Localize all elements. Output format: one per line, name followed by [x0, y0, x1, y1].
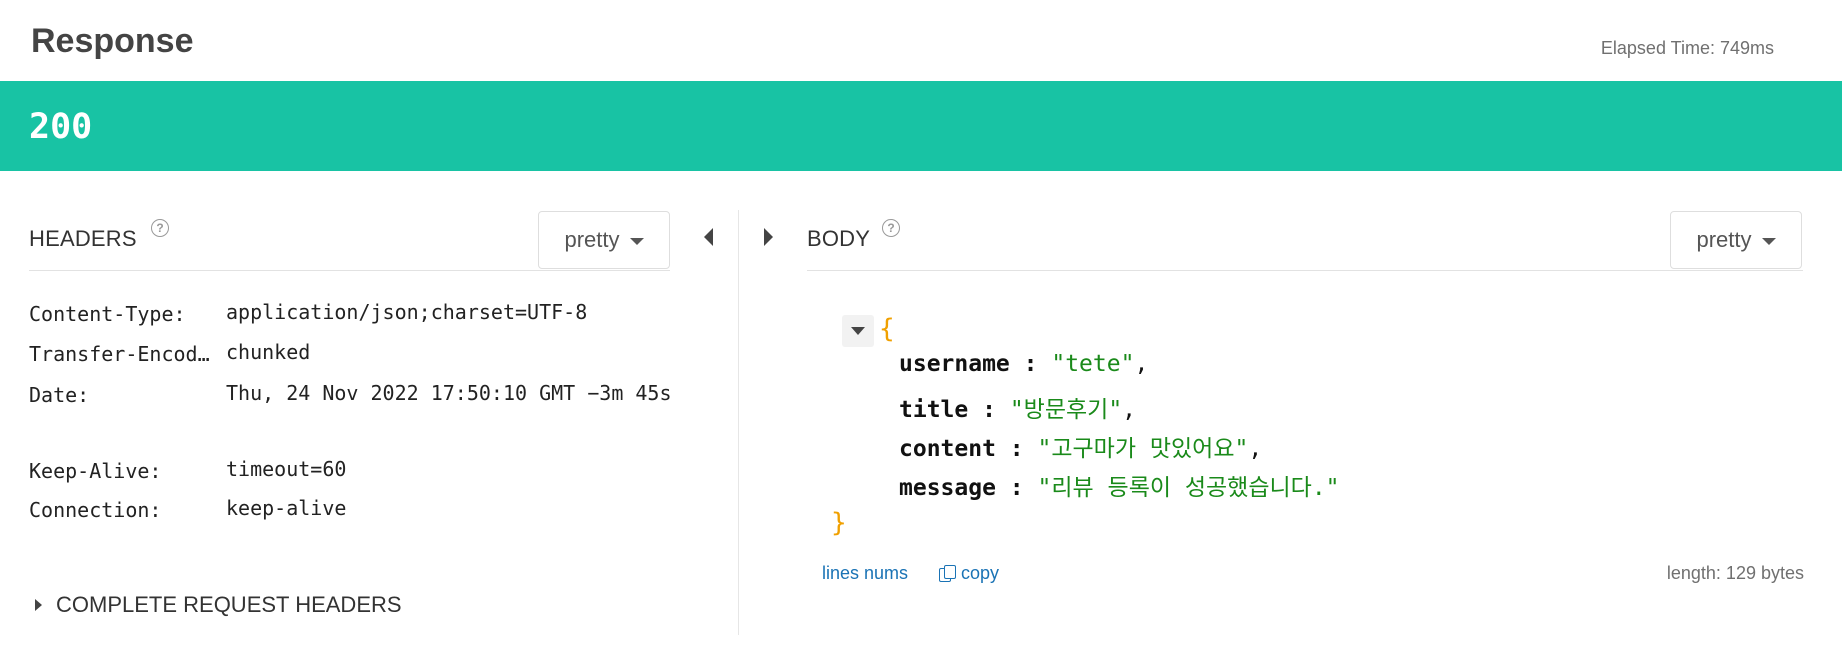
json-key: title — [899, 397, 969, 423]
header-value: chunked — [226, 340, 311, 364]
response-length: length: 129 bytes — [1666, 563, 1804, 583]
json-value: "tete" — [1051, 351, 1135, 377]
header-value: timeout=60 — [226, 457, 347, 481]
body-format-dropdown[interactable]: pretty — [1670, 211, 1802, 269]
elapsed-time: Elapsed Time: 749ms — [1600, 38, 1774, 58]
headers-title: HEADERS — [29, 226, 137, 251]
json-colon: : — [982, 397, 996, 423]
json-comma: , — [1122, 397, 1137, 423]
json-field: username : "tete", — [899, 351, 1148, 377]
json-field: title : "방문후기", — [899, 390, 1136, 424]
json-key: username — [899, 351, 1010, 377]
json-field: content : "고구마가 맛있어요", — [899, 429, 1262, 463]
header-value: Thu, 24 Nov 2022 17:50:10 GMT −3m 45s — [226, 381, 672, 405]
json-comma: , — [1134, 351, 1149, 377]
json-value: "고구마가 맛있어요" — [1037, 436, 1249, 462]
expand-right-icon[interactable] — [764, 228, 773, 246]
json-colon: : — [1009, 436, 1024, 462]
expand-triangle-icon — [35, 599, 42, 611]
caret-down-icon — [851, 327, 865, 335]
json-field: message : "리뷰 등록이 성공했습니다." — [899, 468, 1340, 502]
lines-nums-link[interactable]: lines nums — [822, 563, 908, 584]
copy-button[interactable]: copy — [939, 563, 999, 584]
copy-icon — [939, 564, 957, 583]
help-circle-icon[interactable]: ? — [151, 219, 169, 237]
status-code: 200 — [29, 107, 93, 147]
json-key: message — [899, 475, 996, 501]
json-colon: : — [1023, 351, 1038, 377]
json-collapse-toggle[interactable] — [842, 315, 874, 347]
complete-request-headers-label: COMPLETE REQUEST HEADERS — [56, 592, 402, 617]
status-bar: 200 — [0, 81, 1842, 171]
headers-underline — [29, 270, 670, 271]
json-value: "방문후기" — [1009, 397, 1123, 423]
header-key: Connection: — [29, 498, 162, 522]
header-value: application/json;charset=UTF-8 — [226, 300, 588, 324]
body-underline — [807, 270, 1803, 271]
json-key: content — [899, 436, 996, 462]
json-open-brace: { — [879, 314, 895, 344]
json-value: "리뷰 등록이 성공했습니다." — [1037, 475, 1340, 501]
json-colon: : — [1009, 475, 1024, 501]
body-title: BODY — [807, 226, 871, 251]
header-key: Keep-Alive: — [29, 459, 162, 483]
caret-down-icon — [1761, 238, 1776, 245]
response-title: Response — [31, 22, 194, 60]
headers-format-dropdown[interactable]: pretty — [538, 211, 670, 269]
header-key: Transfer-Encod… — [29, 342, 210, 366]
copy-label: copy — [961, 563, 1000, 583]
headers-format-label: pretty — [564, 227, 620, 252]
help-circle-icon[interactable]: ? — [882, 219, 900, 237]
json-comma: , — [1248, 436, 1263, 462]
panel-divider[interactable] — [738, 210, 739, 635]
header-value: keep-alive — [226, 496, 347, 520]
collapse-left-icon[interactable] — [704, 228, 713, 246]
complete-request-headers-toggle[interactable]: COMPLETE REQUEST HEADERS — [35, 592, 402, 618]
header-key: Content-Type: — [29, 302, 186, 326]
caret-down-icon — [629, 238, 644, 245]
body-format-label: pretty — [1696, 227, 1752, 252]
json-close-brace: } — [831, 508, 847, 538]
header-key: Date: — [29, 383, 90, 407]
